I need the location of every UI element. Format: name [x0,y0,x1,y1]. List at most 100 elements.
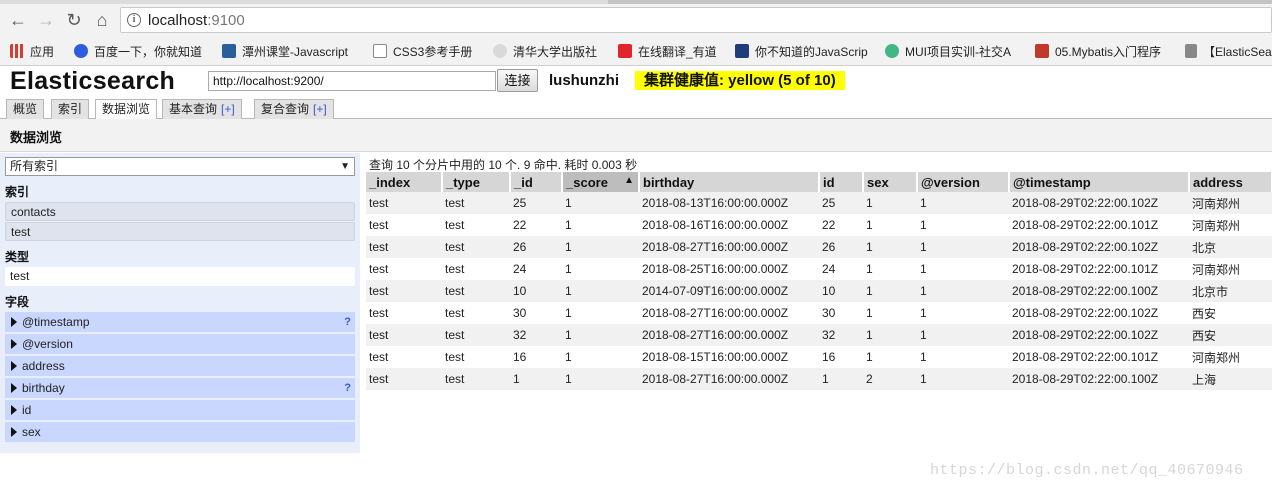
table-cell: 1 [562,302,639,324]
tsinghua-icon [493,44,507,58]
app-header: Elasticsearch 连接 lushunzhi 集群健康值: yellow… [0,67,1272,97]
tab-indices[interactable]: 索引 [51,99,90,119]
column-header-index[interactable]: _index [366,172,443,192]
table-cell: 2018-08-15T16:00:00.000Z [639,346,819,368]
field-item-address[interactable]: address [5,356,355,376]
bookmarks-bar: 应用 百度一下，你就知道 潭州课堂-Javascript CSS3参考手册 清华… [0,36,1272,66]
bookmark-js-book[interactable]: 你不知道的JavaScrip [735,43,875,60]
forward-arrow-icon[interactable]: → [35,9,57,31]
table-cell: 1 [917,368,1009,390]
column-header-id[interactable]: _id [510,172,563,192]
column-header-timestamp[interactable]: @timestamp [1009,172,1190,192]
index-item-test[interactable]: test [5,222,355,241]
column-header-field-id[interactable]: id [819,172,864,192]
tab-data-browser[interactable]: 数据浏览 [95,99,158,120]
table-cell: 2014-07-09T16:00:00.000Z [639,280,819,302]
bookmark-mui[interactable]: MUI项目实训-社交A [885,43,1025,60]
table-cell: 1 [562,192,639,214]
table-row[interactable]: test test 30 1 2018-08-27T16:00:00.000Z 30 1 1 2… [366,302,1272,324]
column-header-address[interactable]: address [1189,172,1272,192]
field-item-timestamp[interactable]: @timestamp? [5,312,355,332]
bookmark-mybatis[interactable]: 05.Mybatis入门程序 [1035,43,1175,60]
table-row[interactable]: test test 22 1 2018-08-16T16:00:00.000Z 22 1 1 2… [366,214,1272,236]
table-header-row: _index _type _id _score ▲ birthday id sex… [366,172,1272,192]
table-cell: 24 [819,258,863,280]
table-cell: 22 [819,214,863,236]
field-item-version[interactable]: @version [5,334,355,354]
bookmark-tsinghua[interactable]: 清华大学出版社 [493,43,608,60]
table-cell: 1 [562,324,639,346]
table-cell: 2018-08-27T16:00:00.000Z [639,324,819,346]
tab-compound-query[interactable]: 复合查询 [+] [254,99,334,119]
table-row[interactable]: test test 16 1 2018-08-15T16:00:00.000Z 16 1 1 2… [366,346,1272,368]
field-item-id[interactable]: id [5,400,355,420]
table-row[interactable]: test test 32 1 2018-08-27T16:00:00.000Z 32 1 1 2… [366,324,1272,346]
column-header-type[interactable]: _type [442,172,511,192]
table-cell: 1 [863,214,917,236]
types-heading: 类型 [5,250,30,264]
bookmark-tanzhou[interactable]: 潭州课堂-Javascript [222,43,362,60]
tab-add-button[interactable]: [+] [313,102,327,116]
table-cell: test [366,368,442,390]
type-item-test[interactable]: test [5,267,355,286]
column-header-sex[interactable]: sex [863,172,918,192]
bookmark-youdao[interactable]: 在线翻译_有道 [618,43,728,60]
help-icon[interactable]: ? [344,312,351,332]
table-cell: 2018-08-29T02:22:00.101Z [1009,214,1189,236]
table-cell: 1 [863,324,917,346]
table-cell: 2018-08-29T02:22:00.101Z [1009,346,1189,368]
site-info-icon[interactable]: i [127,13,141,27]
bookmark-apps[interactable]: 应用 [10,43,54,60]
table-cell: 2018-08-27T16:00:00.000Z [639,302,819,324]
tab-label: 数据浏览 [102,102,151,116]
table-cell: 16 [819,346,863,368]
table-cell: 北京市 [1189,280,1272,302]
table-row[interactable]: test test 25 1 2018-08-13T16:00:00.000Z 25 1 1 2… [366,192,1272,214]
table-cell: 1 [863,280,917,302]
field-item-sex[interactable]: sex [5,422,355,442]
bookmark-css3[interactable]: CSS3参考手册 [373,43,483,60]
table-cell: 16 [510,346,562,368]
fields-heading: 字段 [5,295,30,309]
back-arrow-icon[interactable]: ← [7,9,29,31]
field-label: address [22,359,65,373]
bookmark-label: 【ElasticSearch [1203,45,1272,59]
address-bar[interactable]: i localhost:9100 [120,7,1272,33]
table-cell: 1 [562,214,639,236]
query-summary: 查询 10 个分片中用的 10 个. 9 命中. 耗时 0.003 秒 [369,158,638,172]
column-header-score[interactable]: _score ▲ [562,172,640,192]
table-cell: test [442,192,510,214]
column-header-version[interactable]: @version [917,172,1010,192]
table-row[interactable]: test test 1 1 2018-08-27T16:00:00.000Z 1 2 1 201… [366,368,1272,390]
tab-label: 索引 [58,102,83,116]
reload-icon[interactable]: ↻ [63,9,85,31]
bookmark-elasticsearch[interactable]: 【ElasticSearch [1185,43,1272,60]
table-cell: 1 [819,368,863,390]
index-select[interactable]: 所有索引 ▼ [5,157,355,176]
index-item-contacts[interactable]: contacts [5,202,355,221]
tab-basic-query[interactable]: 基本查询 [+] [162,99,242,119]
connect-url-input[interactable] [208,71,496,91]
table-cell: 10 [510,280,562,302]
table-row[interactable]: test test 26 1 2018-08-27T16:00:00.000Z 26 1 1 2… [366,236,1272,258]
table-cell: test [366,214,442,236]
bookmark-baidu[interactable]: 百度一下，你就知道 [74,43,214,60]
table-row[interactable]: test test 10 1 2014-07-09T16:00:00.000Z 10 1 1 2… [366,280,1272,302]
table-cell: 1 [562,258,639,280]
table-row[interactable]: test test 24 1 2018-08-25T16:00:00.000Z 24 1 1 2… [366,258,1272,280]
field-item-birthday[interactable]: birthday? [5,378,355,398]
column-header-birthday[interactable]: birthday [639,172,820,192]
tab-add-button[interactable]: [+] [221,102,235,116]
table-cell: test [366,236,442,258]
help-icon[interactable]: ? [344,378,351,398]
connect-button[interactable]: 连接 [497,69,538,92]
table-cell: 2018-08-29T02:22:00.102Z [1009,192,1189,214]
home-icon[interactable]: ⌂ [91,9,113,31]
apps-grid-icon [10,44,24,58]
table-cell: 2018-08-27T16:00:00.000Z [639,368,819,390]
tab-overview[interactable]: 概览 [6,99,45,119]
table-cell: 2 [863,368,917,390]
tab-label: 复合查询 [261,102,310,116]
address-bar-url[interactable]: localhost:9100 [148,12,245,29]
table-cell: test [442,324,510,346]
